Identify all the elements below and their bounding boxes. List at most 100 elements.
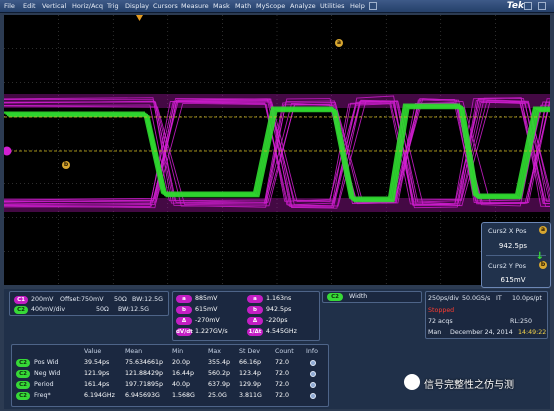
cursor-a-time: 1.163ns — [266, 295, 292, 302]
ch2-scale[interactable]: 400mV/div — [31, 306, 65, 313]
inv-dt-chip: 1/Δt — [247, 328, 263, 336]
col-min: Min — [172, 348, 184, 355]
row-value: 161.4ps — [84, 381, 110, 388]
col-stdev: St Dev — [239, 348, 260, 355]
run-state: Stopped — [428, 307, 455, 314]
ch1-chip[interactable]: C1 — [14, 296, 28, 304]
menu-help[interactable]: Help — [350, 2, 365, 10]
row-channel-chip: C2 — [16, 370, 30, 378]
menu-math[interactable]: Math — [235, 2, 251, 10]
curs2-x-label: Curs2 X Pos — [488, 227, 527, 235]
row-count: 72.0 — [275, 392, 290, 399]
row-count: 72.0 — [275, 370, 290, 377]
row-value: 6.194GHz — [84, 392, 115, 399]
cursor-b-time-chip: b — [247, 306, 263, 314]
help-dropdown-icon[interactable] — [369, 2, 377, 10]
menu-file[interactable]: File — [4, 2, 15, 10]
width-ch2-chip: C2 — [327, 293, 343, 301]
info-icon[interactable] — [310, 360, 316, 366]
ch1-offset[interactable]: Offset:750mV — [60, 296, 104, 303]
col-count: Count — [275, 348, 294, 355]
record-length: RL:250 — [510, 318, 533, 325]
cursor-a-badge: a — [539, 226, 547, 234]
col-mean: Mean — [125, 348, 143, 355]
row-stdev: 66.16p — [239, 359, 262, 366]
row-mean: 121.88429p — [125, 370, 164, 377]
menu-myscope[interactable]: MyScope — [256, 2, 285, 10]
watermark: 信号完整性之仿与测 — [404, 372, 554, 394]
trigger-mode: Man — [428, 329, 442, 336]
ch1-scale[interactable]: 200mV — [31, 296, 53, 303]
measurement-table: Value Mean Min Max St Dev Count Info C2 P… — [11, 344, 329, 407]
acq-mode-it: IT — [496, 295, 502, 302]
row-mean: 75.634661p — [125, 359, 164, 366]
waveform-canvas — [4, 15, 550, 285]
ch1-level-band — [4, 198, 550, 212]
menu-trig[interactable]: Trig — [107, 2, 119, 10]
menu-analyze[interactable]: Analyze — [290, 2, 316, 10]
row-max: 637.9p — [208, 381, 231, 388]
ch2-trace — [5, 104, 550, 200]
row-stdev: 123.4p — [239, 370, 262, 377]
row-mean: 197.71895p — [125, 381, 164, 388]
row-value: 121.9ps — [84, 370, 110, 377]
row-name: Neg Wid — [34, 370, 61, 377]
width-measure-panel[interactable]: C2 Width — [322, 291, 422, 303]
row-mean: 6.945693G — [125, 392, 160, 399]
dvdt-chip: dV/dt — [176, 328, 193, 336]
waveform-display[interactable]: a b — [4, 15, 550, 285]
ch2-chip[interactable]: C2 — [14, 306, 28, 314]
channel-settings-panel: C1 200mV Offset:750mV 50Ω BW:12.5G C2 40… — [9, 291, 169, 316]
menu-edit[interactable]: Edit — [23, 2, 36, 10]
cursor-b-chip: b — [176, 306, 192, 314]
row-count: 72.0 — [275, 381, 290, 388]
acq-count: 72 acqs — [428, 318, 453, 325]
ch2-bandwidth: BW:12.5G — [118, 306, 149, 313]
minimize-icon[interactable] — [524, 2, 532, 10]
trigger-position-marker — [136, 15, 143, 21]
cursor-a-time-chip: a — [247, 295, 263, 303]
menu-bar: File Edit Vertical Horiz/Acq Trig Displa… — [0, 0, 554, 13]
menu-utilities[interactable]: Utilities — [320, 2, 344, 10]
col-info: Info — [306, 348, 318, 355]
row-count: 72.0 — [275, 359, 290, 366]
cursor-a-chip: a — [176, 295, 192, 303]
acquisition-panel[interactable]: 250ps/div 50.0GS/s IT 10.0ps/pt Stopped … — [425, 291, 548, 339]
menu-vertical[interactable]: Vertical — [42, 2, 66, 10]
row-channel-chip: C2 — [16, 392, 30, 400]
maximize-icon[interactable] — [538, 2, 546, 10]
width-label: Width — [349, 293, 368, 300]
info-icon[interactable] — [310, 382, 316, 388]
cursor-b-marker[interactable]: b — [62, 161, 70, 169]
watermark-text: 信号完整性之仿与测 — [424, 380, 514, 391]
curs2-x-value: 942.5ps — [498, 242, 528, 250]
row-max: 25.0G — [208, 392, 227, 399]
row-name: Period — [34, 381, 54, 388]
cursor-b-voltage: 615mV — [195, 306, 218, 313]
menu-display[interactable]: Display — [125, 2, 149, 10]
timebase: 250ps/div — [428, 295, 459, 302]
cursor-a-marker[interactable]: a — [335, 39, 343, 47]
channel-1-marker — [4, 146, 12, 156]
delta-v-chip: Δ — [176, 317, 192, 325]
time: 14:49:22 — [518, 329, 547, 336]
info-icon[interactable] — [310, 371, 316, 377]
menu-horiz-acq[interactable]: Horiz/Acq — [72, 2, 103, 10]
ch1-level-band — [4, 94, 550, 108]
menu-measure[interactable]: Measure — [181, 2, 209, 10]
resolution: 10.0ps/pt — [512, 295, 542, 302]
row-stdev: 129.9p — [239, 381, 262, 388]
row-channel-chip: C2 — [16, 381, 30, 389]
delta-voltage: -270mV — [195, 317, 220, 324]
curs2-y-value: 615mV — [500, 276, 526, 284]
row-channel-chip: C2 — [16, 359, 30, 367]
menu-cursors[interactable]: Cursors — [153, 2, 178, 10]
row-min: 20.0p — [172, 359, 191, 366]
info-icon[interactable] — [310, 393, 316, 399]
cursor-readout-panel: Curs2 X Pos a 942.5ps Curs2 Y Pos b 615m… — [481, 222, 551, 288]
menu-mask[interactable]: Mask — [213, 2, 230, 10]
delta-time: -220ps — [266, 317, 288, 324]
date: December 24, 2014 — [450, 329, 513, 336]
row-min: 40.0p — [172, 381, 191, 388]
cursor-a-voltage: 885mV — [195, 295, 218, 302]
